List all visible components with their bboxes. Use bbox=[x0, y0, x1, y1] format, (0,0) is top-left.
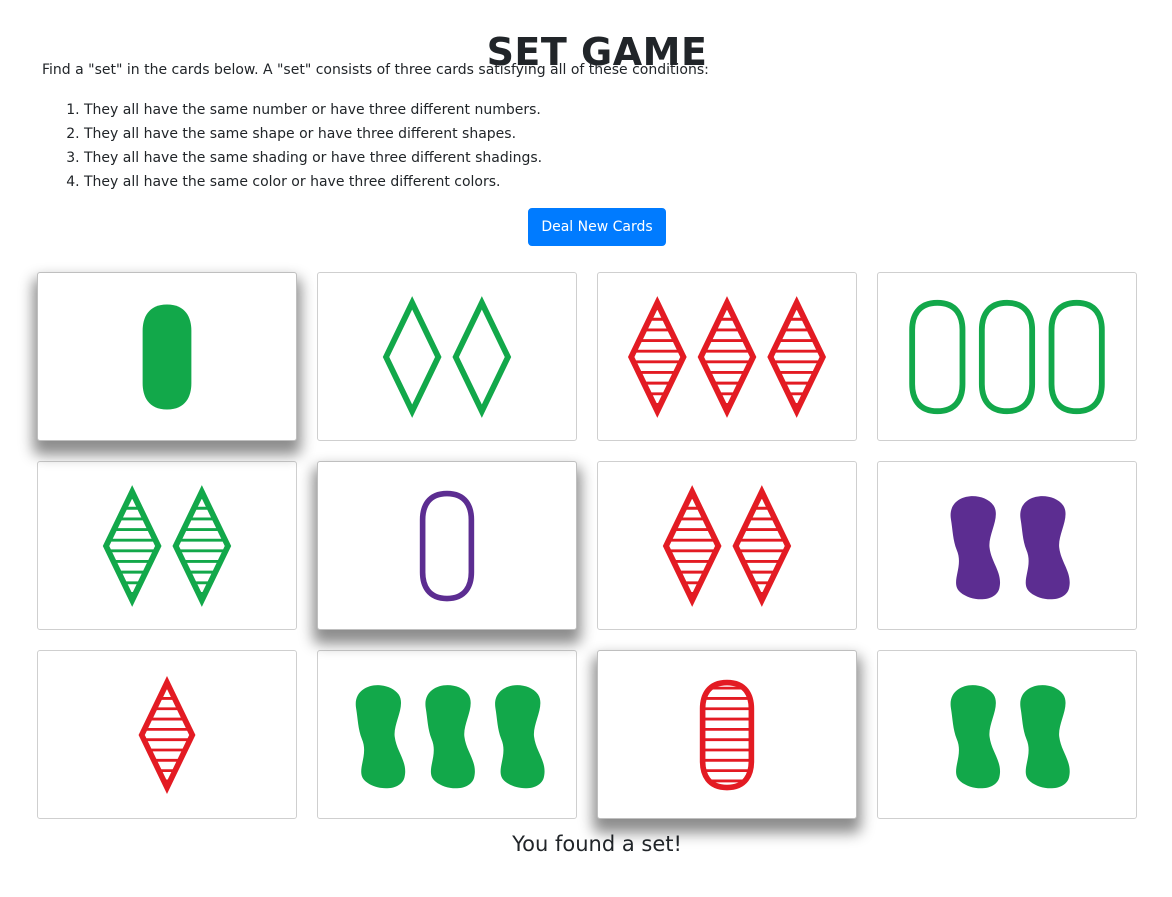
diamond-symbol bbox=[732, 484, 792, 607]
card-board bbox=[37, 272, 1137, 819]
squiggle-icon bbox=[950, 684, 1070, 788]
rule-item: They all have the same shading or have t… bbox=[84, 146, 542, 170]
oval-symbol bbox=[978, 299, 1036, 414]
diamond-icon bbox=[138, 675, 196, 794]
squiggle-symbol bbox=[495, 684, 545, 788]
set-card[interactable] bbox=[37, 650, 297, 819]
rule-item: They all have the same shape or have thr… bbox=[84, 122, 542, 146]
oval-symbol bbox=[142, 304, 192, 409]
set-card[interactable] bbox=[37, 272, 297, 441]
oval-icon bbox=[909, 299, 1105, 414]
set-card[interactable] bbox=[597, 461, 857, 630]
rule-item: They all have the same number or have th… bbox=[84, 98, 542, 122]
diamond-icon bbox=[382, 295, 512, 418]
squiggle-symbol bbox=[1020, 684, 1070, 788]
oval-icon bbox=[142, 304, 192, 409]
oval-icon bbox=[419, 490, 475, 601]
set-card[interactable] bbox=[877, 272, 1137, 441]
diamond-icon bbox=[102, 484, 232, 607]
set-card[interactable] bbox=[37, 461, 297, 630]
diamond-symbol bbox=[102, 484, 162, 607]
squiggle-symbol bbox=[425, 684, 475, 788]
squiggle-icon bbox=[355, 684, 545, 788]
set-card[interactable] bbox=[317, 650, 577, 819]
squiggle-symbol bbox=[355, 684, 406, 788]
set-card[interactable] bbox=[877, 650, 1137, 819]
oval-symbol bbox=[699, 679, 755, 790]
squiggle-symbol bbox=[950, 495, 1001, 599]
diamond-icon bbox=[627, 295, 827, 418]
set-card[interactable] bbox=[877, 461, 1137, 630]
status-message: You found a set! bbox=[512, 832, 682, 856]
oval-symbol bbox=[1048, 299, 1105, 414]
diamond-symbol bbox=[767, 295, 827, 418]
diamond-icon bbox=[662, 484, 792, 607]
set-card[interactable] bbox=[597, 650, 857, 819]
set-card[interactable] bbox=[317, 461, 577, 630]
diamond-symbol bbox=[452, 295, 512, 418]
diamond-symbol bbox=[138, 675, 196, 794]
set-card[interactable] bbox=[317, 272, 577, 441]
set-card[interactable] bbox=[597, 272, 857, 441]
diamond-symbol bbox=[172, 484, 232, 607]
diamond-symbol bbox=[697, 295, 757, 418]
squiggle-symbol bbox=[1020, 495, 1070, 599]
squiggle-icon bbox=[950, 495, 1070, 599]
instructions-text: Find a "set" in the cards below. A "set"… bbox=[42, 62, 709, 78]
diamond-symbol bbox=[627, 295, 687, 418]
oval-symbol bbox=[419, 490, 475, 601]
diamond-symbol bbox=[382, 295, 442, 418]
rules-list: They all have the same number or have th… bbox=[42, 98, 542, 194]
squiggle-symbol bbox=[950, 684, 1001, 788]
oval-icon bbox=[699, 679, 755, 790]
rule-item: They all have the same color or have thr… bbox=[84, 170, 542, 194]
deal-new-cards-button[interactable]: Deal New Cards bbox=[528, 208, 666, 246]
diamond-symbol bbox=[662, 484, 722, 607]
oval-symbol bbox=[909, 299, 966, 414]
